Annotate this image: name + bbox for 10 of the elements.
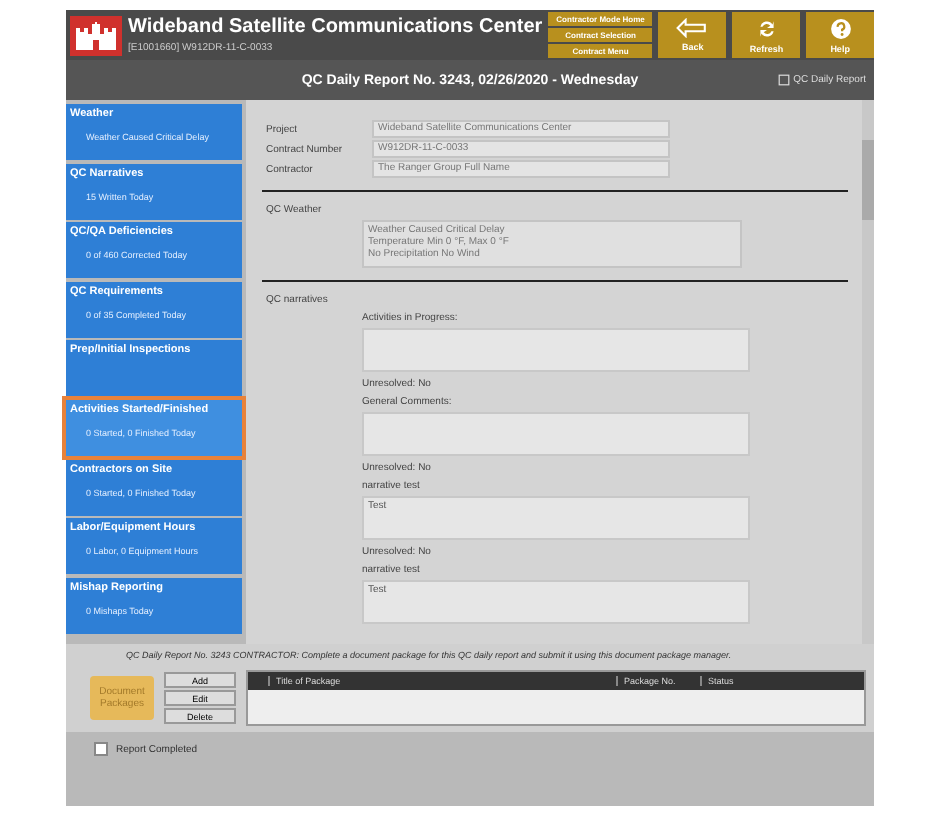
refresh-icon bbox=[755, 17, 778, 39]
castle-logo-icon bbox=[70, 15, 122, 55]
scrollbar[interactable] bbox=[862, 100, 874, 644]
help-icon bbox=[829, 17, 852, 39]
app-title: Wideband Satellite Communications Center bbox=[128, 16, 543, 38]
document-icon bbox=[777, 74, 790, 86]
narrative-text-box[interactable] bbox=[362, 328, 750, 372]
checkbox[interactable] bbox=[94, 742, 108, 756]
back-arrow-icon bbox=[676, 18, 709, 38]
narrative-text-box[interactable] bbox=[362, 412, 750, 456]
